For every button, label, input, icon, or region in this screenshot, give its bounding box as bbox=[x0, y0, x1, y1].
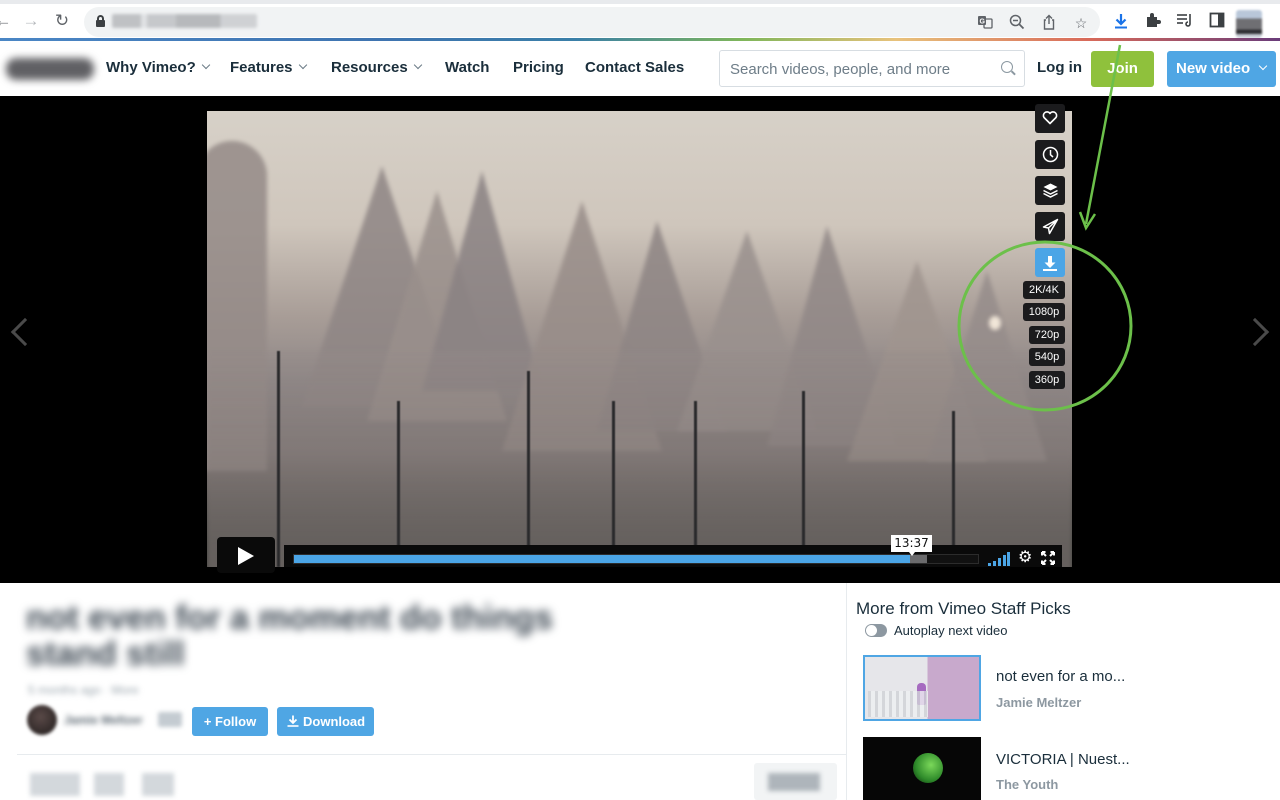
lock-icon bbox=[96, 15, 105, 27]
video-title: not even for a moment do things stand st… bbox=[26, 599, 554, 673]
related-video-author[interactable]: Jamie Meltzer bbox=[996, 695, 1081, 710]
vimeo-logo[interactable] bbox=[6, 58, 94, 80]
share-count-button[interactable] bbox=[142, 773, 174, 796]
chevron-down-icon bbox=[1258, 61, 1268, 71]
side-panel-icon[interactable] bbox=[1206, 12, 1228, 34]
chevron-down-icon bbox=[298, 60, 307, 70]
section-divider bbox=[17, 754, 847, 755]
follow-button[interactable]: + Follow bbox=[192, 707, 268, 736]
join-button[interactable]: Join bbox=[1091, 51, 1154, 87]
buffered-bar bbox=[909, 555, 927, 563]
played-bar bbox=[294, 555, 910, 563]
svg-text:G: G bbox=[980, 19, 986, 26]
browser-toolbar: ← → ↻ G ☆ bbox=[0, 0, 1280, 38]
new-video-label: New video bbox=[1176, 60, 1251, 77]
bokeh-highlight bbox=[989, 316, 1001, 330]
collection-count-button[interactable] bbox=[94, 773, 124, 796]
volume-icon[interactable] bbox=[988, 552, 1010, 566]
search-icon[interactable] bbox=[1001, 61, 1013, 73]
settings-gear-icon[interactable]: ⚙ bbox=[1018, 550, 1034, 566]
download-label: Download bbox=[303, 714, 366, 729]
download-button[interactable]: Download bbox=[277, 707, 374, 736]
new-video-button[interactable]: New video bbox=[1167, 51, 1276, 87]
layers-icon bbox=[1042, 183, 1058, 198]
like-button[interactable] bbox=[1035, 104, 1065, 133]
watch-later-button[interactable] bbox=[1035, 140, 1065, 169]
url-text bbox=[112, 14, 257, 28]
related-video-author[interactable]: The Youth bbox=[996, 777, 1058, 792]
chevron-down-icon bbox=[201, 60, 210, 70]
chevron-down-icon bbox=[413, 60, 422, 70]
share-icon[interactable] bbox=[1040, 14, 1058, 32]
author-name[interactable]: Jamie Meltzer bbox=[64, 713, 143, 727]
zoom-out-icon[interactable] bbox=[1008, 14, 1026, 32]
play-button[interactable] bbox=[217, 537, 275, 573]
forward-icon[interactable]: → bbox=[20, 10, 42, 32]
column-divider bbox=[846, 583, 847, 800]
resolution-540p[interactable]: 540p bbox=[1029, 348, 1065, 366]
resolution-1080p[interactable]: 1080p bbox=[1023, 303, 1065, 321]
resolution-360p[interactable]: 360p bbox=[1029, 371, 1065, 389]
video-meta: 5 months ago · More bbox=[28, 683, 139, 697]
heart-icon bbox=[1042, 111, 1058, 125]
address-bar[interactable]: G ☆ bbox=[84, 7, 1100, 37]
collections-button[interactable] bbox=[1035, 176, 1065, 205]
download-video-button[interactable] bbox=[1035, 248, 1065, 277]
author-avatar[interactable] bbox=[27, 705, 57, 735]
like-count-button[interactable] bbox=[30, 773, 80, 796]
reload-icon[interactable]: ↻ bbox=[51, 10, 73, 32]
nav-why-vimeo[interactable]: Why Vimeo? bbox=[106, 59, 210, 76]
download-icon[interactable] bbox=[1110, 12, 1132, 34]
download-icon bbox=[1043, 256, 1057, 271]
autoplay-toggle[interactable] bbox=[865, 624, 887, 637]
back-icon[interactable]: ← bbox=[0, 10, 14, 32]
related-video-thumbnail[interactable] bbox=[863, 737, 981, 800]
reading-list-icon[interactable] bbox=[1174, 12, 1196, 34]
resolution-720p[interactable]: 720p bbox=[1029, 326, 1065, 344]
sidebar-title: More from Vimeo Staff Picks bbox=[856, 599, 1071, 618]
nav-resources[interactable]: Resources bbox=[331, 59, 422, 76]
time-tooltip: 13:37 bbox=[891, 535, 932, 556]
resolution-2k4k[interactable]: 2K/4K bbox=[1023, 281, 1065, 299]
fullscreen-icon[interactable] bbox=[1041, 551, 1055, 565]
nav-features[interactable]: Features bbox=[230, 59, 307, 76]
related-video-title[interactable]: not even for a mo... bbox=[996, 668, 1125, 685]
related-video-title[interactable]: VICTORIA | Nuest... bbox=[996, 751, 1130, 768]
search-box bbox=[719, 50, 1025, 87]
nav-label: Features bbox=[230, 59, 293, 76]
nav-label: Resources bbox=[331, 59, 408, 76]
profile-avatar[interactable] bbox=[1236, 10, 1262, 38]
download-icon bbox=[287, 715, 299, 727]
nav-contact-sales[interactable]: Contact Sales bbox=[585, 59, 684, 76]
nav-pricing[interactable]: Pricing bbox=[513, 59, 564, 76]
share-button[interactable] bbox=[1035, 212, 1065, 241]
translate-icon[interactable]: G bbox=[976, 14, 994, 32]
autoplay-label: Autoplay next video bbox=[894, 623, 1008, 638]
search-input[interactable] bbox=[730, 59, 990, 79]
nav-label: Why Vimeo? bbox=[106, 59, 196, 76]
login-link[interactable]: Log in bbox=[1037, 59, 1082, 76]
extensions-puzzle-icon[interactable] bbox=[1142, 12, 1164, 34]
bookmark-star-icon[interactable]: ☆ bbox=[1072, 14, 1090, 32]
nav-watch[interactable]: Watch bbox=[445, 59, 489, 76]
clock-icon bbox=[1042, 146, 1058, 163]
more-actions-button[interactable] bbox=[754, 763, 837, 800]
related-video-thumbnail[interactable] bbox=[863, 655, 981, 721]
progress-scrubber[interactable] bbox=[293, 554, 979, 564]
paper-plane-icon bbox=[1042, 218, 1058, 235]
author-badge bbox=[158, 712, 182, 727]
site-header: Why Vimeo? Features Resources Watch Pric… bbox=[0, 41, 1280, 96]
video-frame[interactable] bbox=[207, 111, 1072, 567]
